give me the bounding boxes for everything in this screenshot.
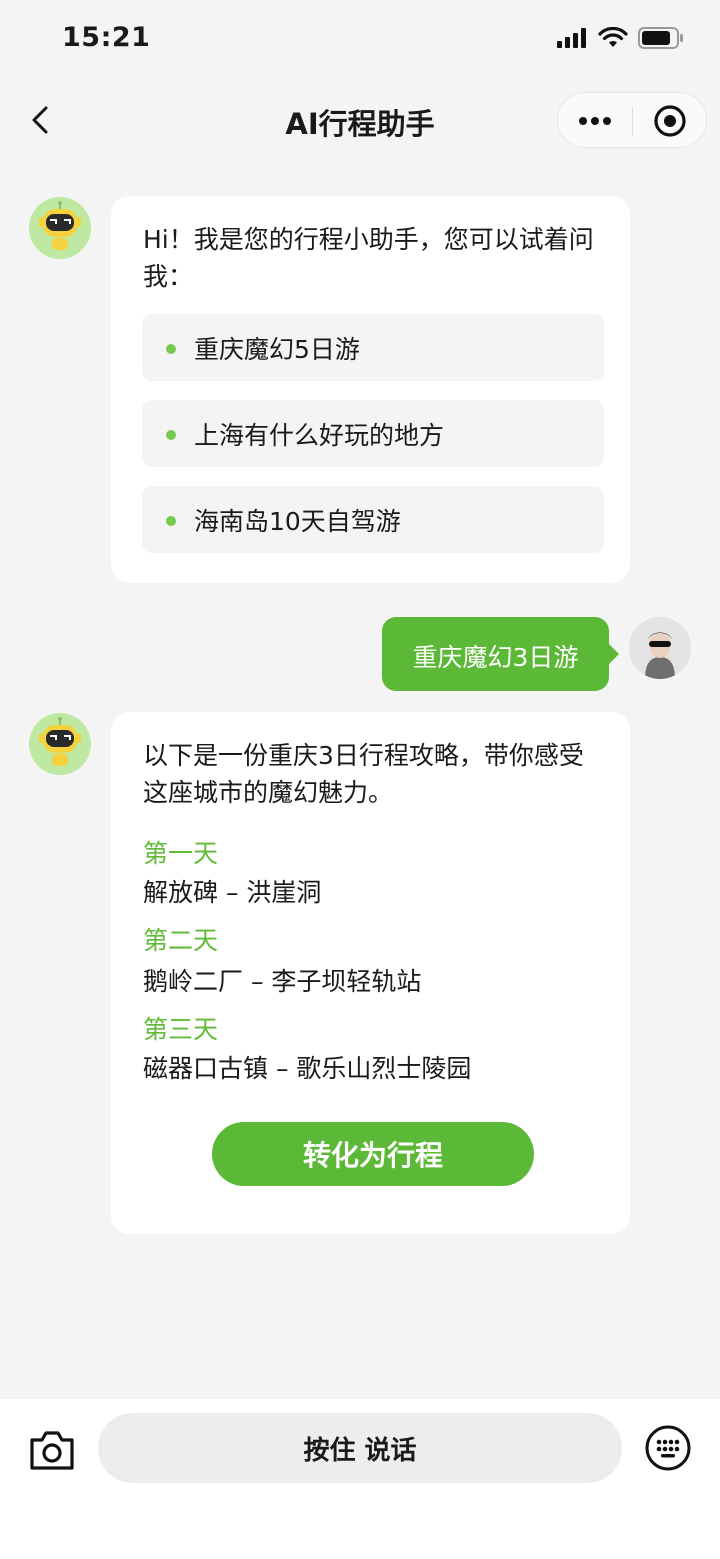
user-avatar-icon [629, 617, 691, 679]
convert-to-itinerary-button[interactable]: 转化为行程 [212, 1122, 534, 1186]
day-label: 第一天 [143, 839, 219, 868]
bullet-dot [166, 430, 176, 440]
keyboard-icon [645, 1425, 691, 1471]
input-bar: 按住 说话 [0, 1399, 720, 1559]
more-dots-icon [579, 117, 611, 125]
suggestion-item[interactable]: 上海有什么好玩的地方 [142, 400, 604, 467]
user-avatar [629, 617, 691, 679]
bullet-dot [166, 344, 176, 354]
camera-button[interactable] [26, 1424, 78, 1476]
bot-message-greeting: Hi！我是您的行程小助手，您可以试着问我： 重庆魔幻5日游 上海有什么好玩的地方… [111, 196, 630, 583]
status-bar: 15:21 [0, 0, 720, 80]
bot-avatar [29, 197, 91, 259]
status-icons [556, 27, 684, 49]
suggestion-item[interactable]: 重庆魔幻5日游 [142, 314, 604, 381]
robot-avatar-icon [39, 717, 81, 766]
bot-message-itinerary: 以下是一份重庆3日行程攻略，带你感受这座城市的魔幻魅力。 第一天 解放碑 – 洪… [111, 712, 630, 1234]
nav-bar: AI行程助手 [0, 80, 720, 160]
status-time: 15:21 [62, 22, 151, 53]
suggestion-text: 重庆魔幻5日游 [194, 335, 360, 364]
day-label: 第三天 [143, 1015, 219, 1044]
suggestion-item[interactable]: 海南岛10天自驾游 [142, 486, 604, 553]
bubble-tail [608, 643, 619, 665]
bullet-dot [166, 516, 176, 526]
user-message: 重庆魔幻3日游 [382, 617, 619, 691]
suggestion-text: 海南岛10天自驾游 [194, 507, 401, 536]
greeting-text: Hi！我是您的行程小助手，您可以试着问我： [143, 225, 594, 291]
bot-avatar [29, 713, 91, 775]
wifi-icon [598, 27, 628, 47]
camera-icon [30, 1431, 74, 1470]
user-message-text: 重庆魔幻3日游 [412, 643, 579, 672]
robot-avatar-icon [39, 201, 81, 250]
target-icon [654, 105, 686, 137]
battery-icon [638, 27, 683, 49]
keyboard-button[interactable] [644, 1424, 692, 1472]
itinerary-intro: 以下是一份重庆3日行程攻略，带你感受这座城市的魔幻魅力。 [143, 741, 584, 807]
mini-program-capsule [557, 92, 707, 148]
day-route: 鹅岭二厂 – 李子坝轻轨站 [143, 967, 422, 996]
day-label: 第二天 [143, 926, 219, 955]
more-button[interactable] [558, 93, 632, 149]
hold-to-talk-button[interactable]: 按住 说话 [98, 1413, 622, 1483]
close-mini-program-button[interactable] [633, 93, 707, 149]
suggestion-text: 上海有什么好玩的地方 [194, 421, 445, 450]
day-route: 磁器口古镇 – 歌乐山烈士陵园 [143, 1054, 472, 1083]
day-route: 解放碑 – 洪崖洞 [143, 878, 322, 907]
signal-icon [557, 28, 586, 48]
